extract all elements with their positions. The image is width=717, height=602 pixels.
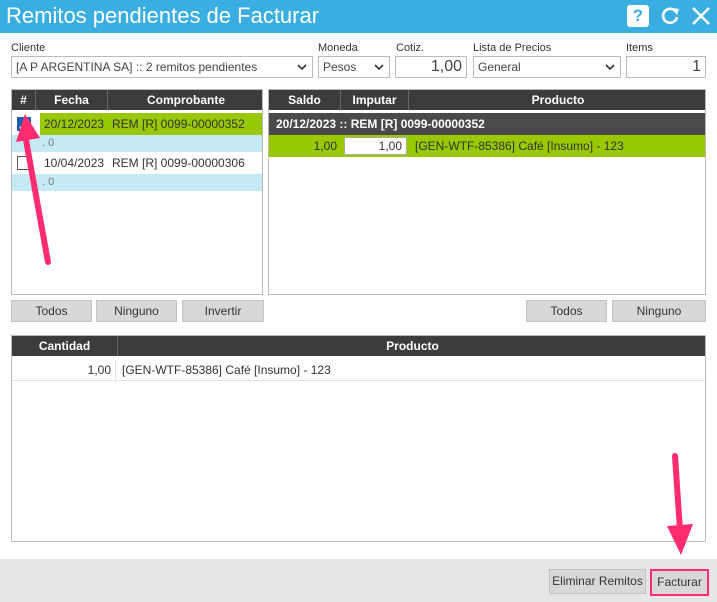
cliente-value: [A P ARGENTINA SA] :: 2 remitos pendient… <box>16 60 258 74</box>
item-producto: [GEN-WTF-85386] Café [Insumo] - 123 <box>415 139 624 153</box>
summary-producto: [GEN-WTF-85386] Café [Insumo] - 123 <box>122 363 331 377</box>
summary-row[interactable]: 1,00 [GEN-WTF-85386] Café [Insumo] - 123 <box>12 359 705 381</box>
group-header-row: 20/12/2023 :: REM [R] 0099-00000352 <box>269 113 705 135</box>
ninguno-button[interactable]: Ninguno <box>96 300 177 322</box>
annotation-arrow-icon <box>16 114 51 265</box>
items-count: 1 <box>626 56 706 78</box>
col-producto-summary[interactable]: Producto <box>118 336 705 356</box>
chevron-down-icon <box>297 64 307 71</box>
col-imputar[interactable]: Imputar <box>341 90 409 110</box>
help-icon[interactable]: ? <box>627 5 649 27</box>
remito-comprobante: REM [R] 0099-00000352 <box>112 117 245 131</box>
item-saldo: 1,00 <box>313 139 337 153</box>
moneda-label: Moneda <box>318 42 358 54</box>
lista-precios-value: General <box>478 60 521 74</box>
lista-precios-label: Lista de Precios <box>473 42 552 54</box>
col-cantidad[interactable]: Cantidad <box>12 336 118 356</box>
cliente-label: Cliente <box>11 42 46 54</box>
invertir-button[interactable]: Invertir <box>182 300 264 322</box>
chevron-down-icon <box>374 64 384 71</box>
col-comprobante[interactable]: Comprobante <box>108 90 262 110</box>
items-todos-button[interactable]: Todos <box>526 300 607 322</box>
items-panel: Saldo Imputar Producto 20/12/2023 :: REM… <box>268 89 706 295</box>
col-producto[interactable]: Producto <box>409 90 705 110</box>
moneda-value: Pesos <box>323 60 357 74</box>
summary-cantidad: 1,00 <box>12 359 116 381</box>
chevron-down-icon <box>605 64 615 71</box>
footer-bar: Eliminar Remitos Facturar <box>0 559 717 602</box>
annotation-arrow-icon <box>667 453 693 555</box>
title-bar: Remitos pendientes de Facturar ? <box>0 0 717 33</box>
eliminar-remitos-button[interactable]: Eliminar Remitos <box>549 569 646 594</box>
remito-comprobante: REM [R] 0099-00000306 <box>112 156 245 170</box>
items-label: Items <box>626 42 653 54</box>
group-header-text: 20/12/2023 :: REM [R] 0099-00000352 <box>276 117 485 131</box>
refresh-icon[interactable] <box>659 5 681 27</box>
cliente-select[interactable]: [A P ARGENTINA SA] :: 2 remitos pendient… <box>11 56 313 78</box>
window-title: Remitos pendientes de Facturar <box>6 3 320 28</box>
items-header: Saldo Imputar Producto <box>269 90 705 110</box>
col-saldo[interactable]: Saldo <box>269 90 341 110</box>
items-ninguno-button[interactable]: Ninguno <box>612 300 706 322</box>
item-row[interactable]: 1,00 1,00 [GEN-WTF-85386] Café [Insumo] … <box>269 135 705 157</box>
todos-button[interactable]: Todos <box>11 300 92 322</box>
cotiz-label: Cotiz. <box>396 42 425 54</box>
cotiz-input[interactable]: 1,00 <box>395 56 467 78</box>
col-fecha[interactable]: Fecha <box>36 90 108 110</box>
col-index[interactable]: # <box>12 90 36 110</box>
imputar-input[interactable]: 1,00 <box>344 137 407 155</box>
close-icon[interactable] <box>690 5 712 27</box>
lista-precios-select[interactable]: General <box>473 56 621 78</box>
summary-header: Cantidad Producto <box>12 336 705 356</box>
moneda-select[interactable]: Pesos <box>318 56 390 78</box>
summary-panel: Cantidad Producto 1,00 [GEN-WTF-85386] C… <box>11 335 706 542</box>
facturar-button[interactable]: Facturar <box>650 569 709 596</box>
remitos-header: # Fecha Comprobante <box>12 90 262 110</box>
